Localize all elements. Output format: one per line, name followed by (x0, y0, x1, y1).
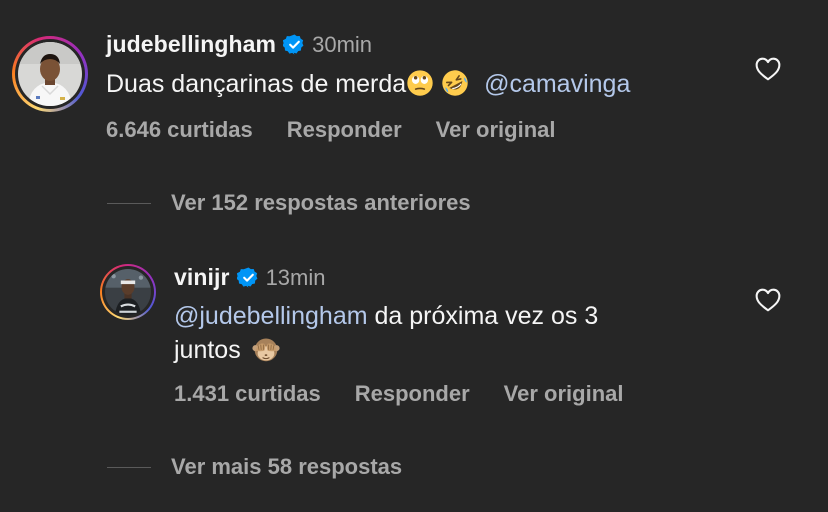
avatar-photo (18, 42, 82, 106)
comment-header: vinijr 13min (174, 264, 325, 291)
verified-badge-icon (236, 266, 260, 289)
timestamp: 30min (312, 31, 373, 57)
comment-actions: 1.431 curtidas Responder Ver original (174, 381, 658, 407)
comment-body: Duas dançarinas de merda (106, 70, 407, 98)
see-original-button[interactable]: Ver original (436, 117, 556, 143)
comments-thread: judebellingham 30min Duas dançarinas de … (0, 0, 828, 512)
like-button[interactable] (755, 57, 781, 81)
verified-badge-icon (283, 33, 306, 56)
comment-body-line1: da próxima vez os 3 (374, 302, 599, 330)
likes-count[interactable]: 6.646 curtidas (106, 117, 253, 143)
rolling-on-floor-laughing-icon (441, 69, 469, 97)
face-with-rolling-eyes-icon (406, 69, 434, 97)
see-no-evil-monkey-icon (252, 335, 280, 363)
heart-outline-icon (755, 57, 781, 81)
divider-line (107, 466, 151, 468)
heart-outline-icon (755, 288, 781, 312)
likes-count[interactable]: 1.431 curtidas (174, 381, 321, 407)
avatar-vinijr[interactable] (100, 264, 156, 320)
timestamp: 13min (265, 264, 326, 290)
view-previous-replies-button[interactable]: Ver 152 respostas anteriores (107, 190, 471, 216)
reply-button[interactable]: Responder (355, 381, 470, 407)
comment-body-line2: juntos (174, 336, 241, 364)
username[interactable]: judebellingham (106, 31, 276, 58)
comment-header: judebellingham 30min (106, 31, 372, 58)
comment-text: Duas dançarinas de merda @camavinga (106, 67, 630, 101)
divider-line (107, 202, 151, 204)
mention-link[interactable]: @judebellingham (174, 302, 368, 330)
view-more-replies-button[interactable]: Ver mais 58 respostas (107, 454, 402, 480)
avatar-judebellingham[interactable] (12, 36, 88, 112)
username[interactable]: vinijr (174, 264, 230, 291)
view-previous-replies-label: Ver 152 respostas anteriores (171, 190, 471, 215)
view-more-replies-label: Ver mais 58 respostas (171, 454, 403, 479)
like-button[interactable] (755, 288, 781, 312)
comment-text: @judebellingham da próxima vez os 3 (174, 299, 598, 333)
comment-actions: 6.646 curtidas Responder Ver original (106, 117, 590, 143)
mention-link[interactable]: @camavinga (484, 70, 630, 98)
avatar-photo (105, 269, 151, 315)
see-original-button[interactable]: Ver original (504, 381, 624, 407)
reply-button[interactable]: Responder (287, 117, 402, 143)
comment-text-line2: juntos (174, 333, 280, 367)
